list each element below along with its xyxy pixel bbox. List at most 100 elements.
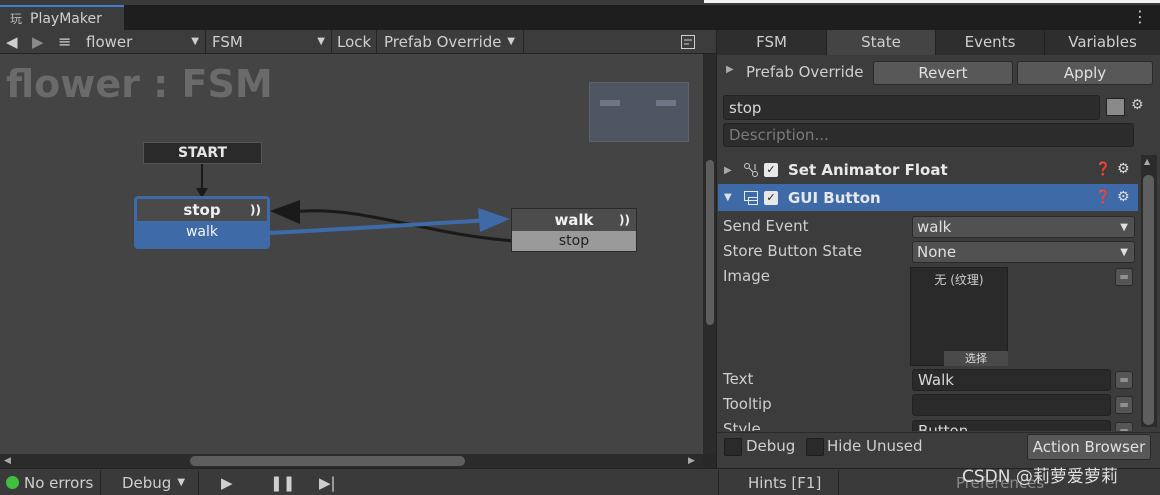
lock-button[interactable]: Lock: [333, 30, 377, 53]
scroll-up-icon[interactable]: ▲: [1144, 157, 1150, 166]
action-indicator-icon: )): [619, 213, 630, 227]
graph-horizontal-scroll-thumb[interactable]: [190, 456, 465, 466]
action-set-animator-float[interactable]: ▶ ✓ Set Animator Float: [718, 157, 1138, 183]
menu-icon[interactable]: ≡: [58, 30, 80, 53]
play-icon[interactable]: ▶: [221, 470, 241, 495]
image-none-text: 无 (纹理): [934, 273, 984, 287]
style-label: Style: [723, 420, 761, 431]
object-select-value: flower: [86, 32, 133, 51]
more-options-icon[interactable]: ⋮: [1132, 7, 1148, 27]
hide-unused-checkbox[interactable]: [806, 438, 824, 456]
send-event-dropdown[interactable]: walk ▼: [912, 216, 1135, 238]
action-indicator-icon: )): [250, 203, 261, 217]
expand-arrow-icon[interactable]: ▶: [726, 64, 734, 75]
debug-label: Debug: [746, 437, 796, 455]
pause-icon[interactable]: ❚❚: [270, 470, 295, 495]
chevron-down-icon: ▼: [1120, 246, 1128, 258]
state-name: stop: [183, 201, 221, 219]
debug-checkbox[interactable]: [724, 438, 742, 456]
prefab-override-label: Prefab Override: [384, 32, 502, 51]
transition-event[interactable]: walk: [137, 221, 267, 243]
error-status-text: No errors: [24, 473, 94, 492]
style-row-clipped: Style Button ═: [718, 418, 1138, 431]
state-node-stop[interactable]: stop )) walk: [134, 196, 270, 249]
divider: [838, 470, 839, 495]
style-field[interactable]: Button: [912, 420, 1111, 431]
chevron-down-icon: ▼: [507, 36, 515, 47]
text-label: Text: [723, 370, 754, 388]
store-button-state-label: Store Button State: [723, 242, 863, 260]
state-node-walk[interactable]: walk )) stop: [511, 208, 637, 252]
object-select[interactable]: flower ▼: [80, 30, 206, 53]
revert-button[interactable]: Revert: [873, 61, 1013, 85]
tooltip-field[interactable]: [912, 394, 1111, 416]
send-event-value: walk: [917, 218, 952, 236]
graph-vertical-scroll-thumb[interactable]: [706, 160, 714, 325]
tab-events[interactable]: Events: [936, 30, 1045, 55]
help-icon[interactable]: ❓: [1095, 190, 1111, 205]
hide-unused-label: Hide Unused: [827, 437, 923, 455]
help-icon[interactable]: ❓: [1095, 162, 1111, 177]
image-select-button[interactable]: 选择: [944, 351, 1008, 366]
variable-toggle-icon[interactable]: ═: [1115, 396, 1133, 414]
tab-variables[interactable]: Variables: [1045, 30, 1160, 55]
text-field[interactable]: Walk: [912, 369, 1111, 391]
apply-button[interactable]: Apply: [1017, 61, 1153, 85]
state-color-swatch[interactable]: [1106, 98, 1125, 116]
prefab-override-label: Prefab Override: [746, 63, 864, 81]
fsm-select-value: FSM: [212, 32, 243, 51]
gear-icon[interactable]: ⚙: [1131, 97, 1144, 113]
store-button-state-value: None: [917, 243, 957, 261]
tab-fsm[interactable]: FSM: [717, 30, 827, 55]
status-ok-icon: [6, 476, 19, 489]
action-enabled-checkbox[interactable]: ✓: [764, 163, 778, 177]
chevron-down-icon: ▼: [191, 36, 199, 47]
divider: [718, 470, 719, 495]
gear-icon[interactable]: ⚙: [1117, 189, 1130, 205]
action-name: Set Animator Float: [788, 161, 948, 179]
image-texture-slot[interactable]: 无 (纹理) 选择: [910, 267, 1008, 366]
action-browser-button[interactable]: Action Browser: [1027, 434, 1151, 460]
fsm-select[interactable]: FSM ▼: [208, 30, 332, 53]
back-arrow-icon[interactable]: ◀: [6, 30, 28, 53]
variable-toggle-icon[interactable]: ═: [1115, 422, 1133, 431]
inspector-scroll-thumb[interactable]: [1143, 175, 1154, 425]
collapse-arrow-icon[interactable]: ▼: [724, 192, 738, 203]
debug-dropdown-label: Debug: [122, 473, 172, 492]
graph-view-icon[interactable]: [676, 30, 700, 53]
step-icon[interactable]: ▶|: [319, 470, 339, 495]
variable-toggle-icon[interactable]: ═: [1115, 268, 1133, 286]
chevron-down-icon: ▼: [317, 36, 325, 47]
animator-icon: [740, 162, 762, 178]
scroll-right-icon[interactable]: ▶: [688, 456, 695, 466]
image-label: Image: [723, 267, 770, 285]
chevron-down-icon: ▼: [1120, 221, 1128, 233]
action-enabled-checkbox[interactable]: ✓: [764, 190, 778, 205]
send-event-label: Send Event: [723, 217, 809, 235]
tab-title: PlayMaker: [30, 10, 102, 27]
divider: [198, 470, 199, 495]
start-node[interactable]: START: [143, 142, 262, 164]
lock-label: Lock: [337, 32, 372, 51]
variable-toggle-icon[interactable]: ═: [1115, 371, 1133, 389]
debug-dropdown[interactable]: Debug ▼: [122, 470, 202, 495]
gear-icon[interactable]: ⚙: [1117, 161, 1130, 177]
prefab-override-dropdown[interactable]: Prefab Override ▼: [378, 30, 524, 53]
gui-button-icon: [740, 190, 762, 206]
store-button-state-dropdown[interactable]: None ▼: [912, 241, 1135, 263]
state-name-field[interactable]: stop: [723, 95, 1100, 120]
transition-event[interactable]: stop: [512, 231, 636, 251]
hints-button[interactable]: Hints [F1]: [748, 470, 821, 495]
chevron-down-icon: ▼: [177, 477, 186, 488]
tooltip-label: Tooltip: [723, 395, 772, 413]
action-name: GUI Button: [788, 188, 881, 207]
tab-state[interactable]: State: [827, 30, 936, 55]
action-gui-button[interactable]: ▼ ✓ GUI Button: [718, 184, 1138, 211]
forward-arrow-icon[interactable]: ▶: [32, 30, 52, 53]
editor-tab-bar: [0, 5, 1160, 30]
tab-playmaker[interactable]: 玩 PlayMaker: [0, 5, 124, 30]
description-field[interactable]: Description...: [723, 123, 1134, 147]
expand-arrow-icon[interactable]: ▶: [724, 165, 738, 176]
playmaker-icon: 玩: [9, 12, 22, 26]
scroll-left-icon[interactable]: ◀: [4, 456, 11, 466]
